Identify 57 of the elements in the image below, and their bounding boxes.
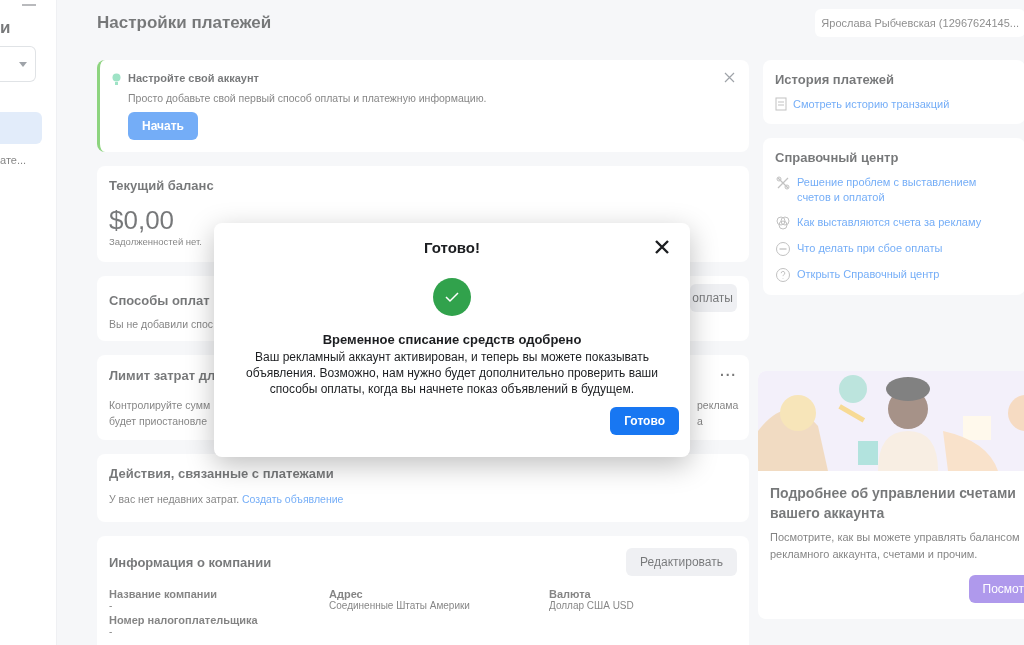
card-title: Способы оплат: [109, 292, 210, 308]
card-title: Действия, связанные с платежами: [109, 466, 334, 481]
card-title: Текущий баланс: [109, 178, 214, 193]
edit-button[interactable]: Редактировать: [626, 548, 737, 576]
card-text: У вас нет недавних затрат.: [109, 493, 240, 505]
card-title: Справочный центр: [775, 150, 899, 165]
card-text: Просто добавьте свой первый способ оплаты и платежную информацию.: [128, 92, 487, 104]
field-value: Соединенные Штаты Америки: [329, 600, 470, 612]
card-title: Лимит затрат дл: [109, 367, 216, 383]
create-ad-link[interactable]: Создать объявление: [242, 493, 344, 505]
account-selector[interactable]: Ярослава Рыбчевская (12967624145...: [815, 9, 1024, 37]
balance-note: Задолженностей нет.: [109, 236, 202, 247]
dialog-title: Готово!: [423, 239, 480, 256]
card-title: Информация о компании: [109, 554, 272, 570]
help-link[interactable]: Решение проблем с выставлением счетов и оплатой: [797, 175, 1013, 205]
field-label: Адрес: [329, 588, 363, 600]
dropdown[interactable]: [0, 46, 36, 82]
balance-amount: $0,00: [109, 205, 176, 236]
help-link[interactable]: Что делать при сбое оплаты: [797, 241, 943, 256]
promo-text: Посмотрите, как вы можете управлять балансом рекламного аккаунта, счетами и прочим.: [769, 530, 1021, 562]
card-text: Вы не добавили спос: [109, 318, 213, 330]
minus-circle-icon: [775, 241, 791, 257]
dialog-message: Ваш рекламный аккаунт активирован, и теперь вы можете показывать объявления. Возможно, нам нужно будет дополнительно проверить ваши способы оплаты, когда вы начнете показ объявлений в будущем.: [245, 349, 659, 397]
caret-icon: [19, 61, 27, 67]
field-value: Доллар США USD: [549, 600, 634, 612]
field-label: Номер налогоплательщика: [109, 614, 258, 626]
receipt-icon: [775, 97, 787, 111]
card-text: реклама: [697, 398, 739, 413]
card-title: Настройте свой аккаунт: [128, 72, 259, 84]
field-label: Валюта: [549, 588, 591, 600]
field-value: -: [109, 626, 113, 638]
field-label: Название компании: [109, 588, 217, 600]
more-menu[interactable]: ···: [720, 367, 737, 383]
tools-icon: [775, 175, 791, 191]
question-icon: [775, 267, 791, 283]
card-text: а: [697, 414, 703, 429]
field-value: -: [109, 600, 113, 612]
sidebar-item[interactable]: ате...: [0, 154, 27, 166]
sidebar-item[interactable]: [0, 112, 42, 144]
history-link[interactable]: Смотреть историю транзакций: [793, 97, 950, 112]
start-button[interactable]: Начать: [128, 112, 198, 140]
close-icon[interactable]: [654, 239, 670, 255]
add-payment-button[interactable]: оплаты: [690, 284, 737, 312]
help-link[interactable]: Как выставляются счета за рекламу: [797, 215, 982, 230]
promo-title: Подробнее об управлении счетами вашего аккаунта: [769, 484, 1017, 523]
page-title: Настройки платежей: [97, 13, 272, 33]
card-title: История платежей: [775, 72, 894, 87]
lightbulb-icon: [112, 73, 121, 85]
circles-icon: [775, 215, 791, 231]
done-button[interactable]: Готово: [610, 407, 679, 435]
help-link[interactable]: Открыть Справочный центр: [797, 267, 940, 282]
card-text: будет приостановле: [109, 414, 207, 429]
card-text: Контролируйте сумм: [109, 398, 211, 413]
view-button[interactable]: Посмот: [968, 575, 1024, 603]
sidebar-title: и: [0, 18, 12, 38]
dialog-heading: Временное списание средств одобрено: [322, 332, 582, 347]
checkmark-icon: [433, 278, 471, 316]
